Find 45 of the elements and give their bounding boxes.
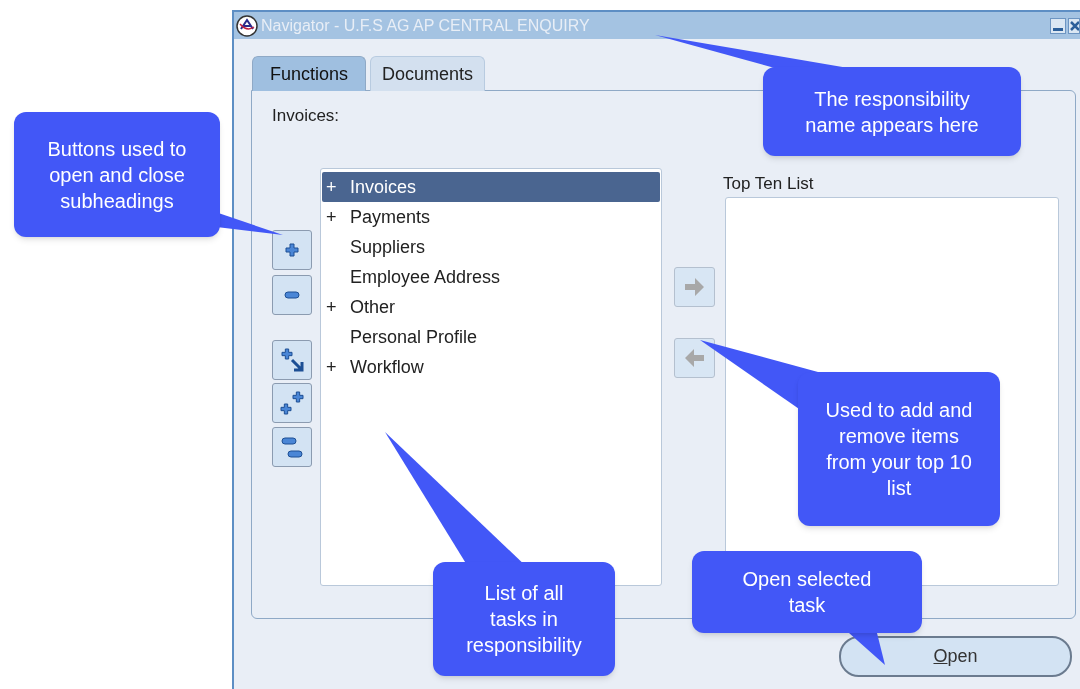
tree-item-label: Workflow — [350, 355, 424, 379]
minus-icon — [284, 291, 300, 299]
tree-item-label: Employee Address — [350, 265, 501, 289]
tree-item[interactable]: + Payments — [322, 202, 660, 232]
window-title: Navigator - U.F.S AG AP CENTRAL ENQUIRY — [261, 15, 590, 36]
tree-item[interactable]: Suppliers — [322, 232, 660, 262]
tree-item-label: Suppliers — [350, 235, 426, 259]
top-ten-label: Top Ten List — [723, 174, 814, 194]
callout-text: List of all tasks in responsibility — [465, 581, 583, 658]
toggle-sign[interactable]: + — [326, 293, 350, 321]
double-minus-icon — [281, 436, 303, 458]
double-minus-button[interactable] — [272, 427, 312, 467]
callout-text: Open selected task — [741, 567, 873, 618]
tree-item-label: Payments — [350, 205, 431, 229]
left-arrow-icon — [684, 348, 705, 368]
toggle-sign[interactable]: + — [326, 353, 350, 381]
tree-item[interactable]: + Invoices — [322, 172, 660, 202]
toggle-sign[interactable]: + — [326, 203, 350, 231]
tab[interactable]: Functions — [252, 56, 367, 91]
right-arrow-icon — [684, 277, 705, 297]
plus-arrow-icon — [280, 348, 304, 372]
tree-item[interactable]: + Workflow — [322, 352, 660, 382]
callout-text: Used to add and remove items from your top 10 list — [824, 398, 974, 501]
callout-text: The responsibility name appears here — [804, 86, 980, 138]
double-plus-icon — [280, 391, 304, 415]
plus-icon — [285, 243, 299, 257]
tree-item[interactable]: Personal Profile — [322, 322, 660, 352]
tab[interactable]: Documents — [370, 56, 486, 91]
minus-button[interactable] — [272, 275, 312, 315]
minimize-button[interactable] — [1050, 17, 1066, 34]
close-button[interactable] — [1068, 17, 1080, 34]
callout-text: Buttons used to open and close subheadings — [46, 136, 188, 214]
close-icon — [1069, 18, 1079, 33]
open-button[interactable]: Open — [839, 636, 1072, 677]
tree-item-label: Personal Profile — [350, 325, 478, 349]
plus-arrow-button[interactable] — [272, 340, 312, 380]
section-label: Invoices: — [272, 106, 340, 126]
double-plus-button[interactable] — [272, 383, 312, 423]
app-logo-icon — [236, 14, 258, 37]
tree-item-label: Invoices — [350, 175, 417, 199]
tree-item-label: Other — [350, 295, 396, 319]
toggle-sign[interactable]: + — [326, 173, 350, 201]
tree-item[interactable]: + Other — [322, 292, 660, 322]
plus-button[interactable] — [272, 230, 312, 270]
tree-item[interactable]: Employee Address — [322, 262, 660, 292]
